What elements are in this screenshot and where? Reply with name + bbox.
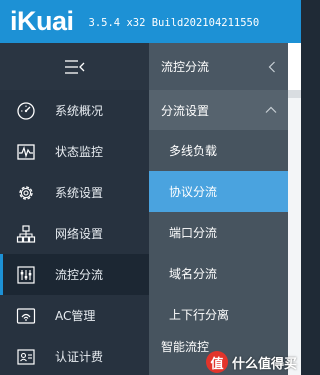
sidebar-item-label: 系统设置 (55, 186, 104, 200)
sidebar-item-status-monitor[interactable]: 状态监控 (0, 131, 149, 172)
submenu-item-protocol-split[interactable]: 协议分流 (149, 171, 288, 212)
top-header: iKuai 3.5.4 x32 Build202104211550 (0, 0, 301, 43)
content-header-edge (288, 43, 301, 90)
network-icon (16, 224, 36, 244)
sidebar-item-label: 系统概况 (55, 104, 104, 118)
id-card-icon (16, 347, 36, 367)
sidebar-item-system-overview[interactable]: 系统概况 (0, 90, 149, 131)
submenu-group-split-settings[interactable]: 分流设置 (149, 90, 288, 130)
content-area-edge (288, 43, 301, 375)
sidebar-item-flow-control[interactable]: 流控分流 (0, 254, 149, 295)
sidebar-toggle-row (0, 43, 149, 90)
sidebar-item-auth-billing[interactable]: 认证计费 (0, 336, 149, 375)
chevron-up-icon (265, 106, 277, 113)
firmware-version: 3.5.4 x32 Build202104211550 (88, 17, 260, 29)
menu-collapse-icon[interactable] (63, 58, 87, 76)
watermark-badge: 值 (205, 351, 228, 373)
submenu-panel: 流控分流 分流设置 多线负载 协议分流 端口分流 域名分流 上下行分离 智能流控 (149, 43, 288, 375)
submenu-header: 流控分流 (149, 43, 288, 90)
watermark: 值 什么值得买 (205, 351, 297, 373)
sidebar-item-ac-management[interactable]: AC管理 (0, 295, 149, 336)
content-bar-edge (288, 90, 301, 98)
sidebar-item-system-settings[interactable]: 系统设置 (0, 172, 149, 213)
sidebar-item-label: AC管理 (55, 309, 96, 323)
submenu-item-domain-split[interactable]: 域名分流 (149, 253, 288, 294)
submenu-title: 流控分流 (161, 60, 210, 74)
sidebar-item-label: 流控分流 (55, 268, 104, 282)
gear-icon (16, 183, 36, 203)
monitor-icon (16, 142, 36, 162)
submenu-item-up-down-split[interactable]: 上下行分离 (149, 294, 288, 335)
watermark-text: 什么值得买 (231, 356, 297, 372)
ikuai-logo[interactable]: iKuai (10, 8, 74, 35)
sidebar-item-label: 网络设置 (55, 227, 104, 241)
submenu-item-port-split[interactable]: 端口分流 (149, 212, 288, 253)
dashboard-icon (16, 101, 36, 121)
ac-icon (16, 306, 36, 326)
submenu-item-multi-line-load[interactable]: 多线负载 (149, 130, 288, 171)
sliders-icon (16, 265, 36, 285)
submenu-group-label: 分流设置 (161, 103, 210, 118)
sidebar-item-network-settings[interactable]: 网络设置 (0, 213, 149, 254)
sidebar-item-label: 状态监控 (55, 145, 104, 159)
sidebar-item-label: 认证计费 (55, 350, 104, 364)
main-sidebar: 系统概况 状态监控 系统设置 网络设置 流控分流 AC管理 认证计费 (0, 43, 149, 375)
chevron-left-icon[interactable] (268, 61, 276, 73)
